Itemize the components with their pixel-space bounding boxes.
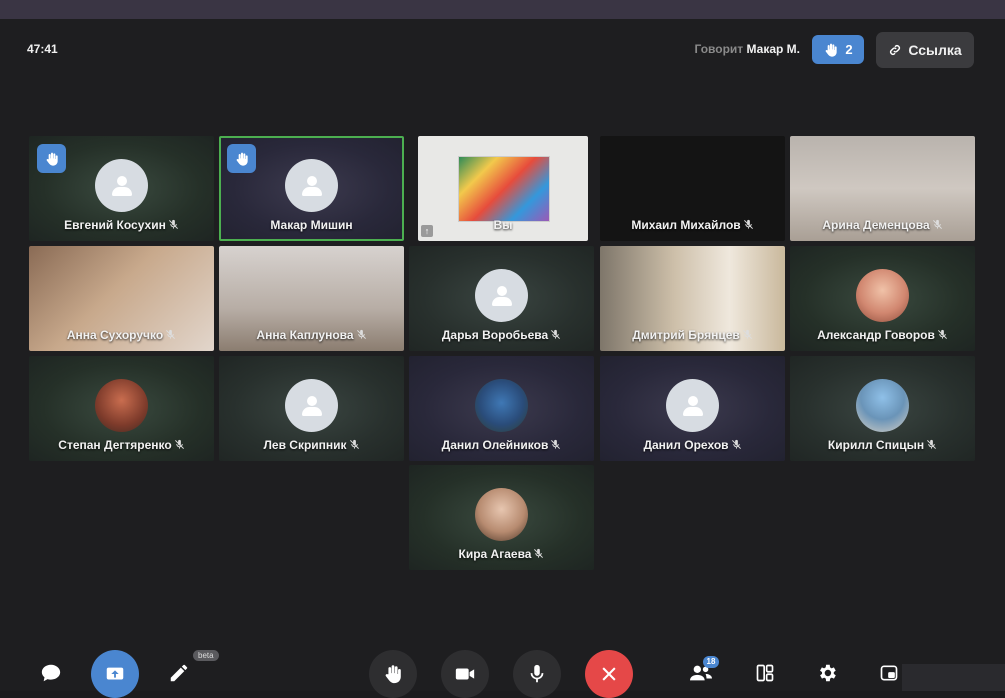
- mic-muted-icon: [743, 219, 753, 229]
- avatar-photo: [475, 379, 528, 432]
- call-timer: 47:41: [27, 42, 58, 56]
- raised-hand-badge: [227, 144, 256, 173]
- active-speaker-label: Говорит Макар М.: [694, 42, 800, 56]
- participant-tile[interactable]: Степан Дегтяренко: [29, 356, 214, 461]
- participant-tile[interactable]: Данил Олейников: [409, 356, 594, 461]
- layout-button[interactable]: [752, 660, 778, 686]
- mic-muted-icon: [551, 439, 561, 449]
- participant-name: Вы: [493, 218, 513, 232]
- avatar-photo: [95, 379, 148, 432]
- participant-tile[interactable]: Дарья Воробьева: [409, 246, 594, 351]
- hand-icon: [385, 665, 401, 684]
- avatar: [475, 269, 528, 322]
- raised-hands-count: 2: [845, 42, 853, 57]
- mic-muted-icon: [927, 439, 937, 449]
- invite-link-button[interactable]: Ссылка: [876, 32, 974, 68]
- participant-name: Кира Агаева: [409, 547, 594, 561]
- participant-tile[interactable]: Кирилл Спицын: [790, 356, 975, 461]
- mic-muted-icon: [731, 439, 741, 449]
- participant-name: Александр Говоров: [790, 328, 975, 342]
- mic-muted-icon: [534, 548, 544, 558]
- participant-name: Анна Каплунова: [219, 328, 404, 342]
- person-icon: [681, 394, 705, 418]
- mic-muted-icon: [356, 329, 366, 339]
- beta-badge: beta: [193, 650, 219, 661]
- layout-icon: [756, 664, 774, 682]
- invite-link-label: Ссылка: [908, 42, 962, 58]
- participant-tile-screen-share[interactable]: ↑ Вы: [418, 136, 588, 241]
- pip-icon: [880, 665, 898, 681]
- participant-name: Арина Деменцова: [790, 218, 975, 232]
- participant-tile[interactable]: Михаил Михайлов: [600, 136, 785, 241]
- participant-tile-video[interactable]: Анна Каплунова: [219, 246, 404, 351]
- speaking-prefix: Говорит: [694, 42, 744, 56]
- participant-name: Макар Мишин: [270, 218, 353, 232]
- participant-name: Анна Сухоручко: [29, 328, 214, 342]
- pencil-icon: [170, 664, 188, 682]
- participant-tile-video[interactable]: Дмитрий Брянцев: [600, 246, 785, 351]
- participant-name: Кирилл Спицын: [790, 438, 975, 452]
- avatar: [285, 379, 338, 432]
- gear-icon: [820, 664, 836, 682]
- participant-tile[interactable]: Кира Агаева: [409, 465, 594, 570]
- avatar: [666, 379, 719, 432]
- avatar: [285, 159, 338, 212]
- hand-icon: [46, 152, 58, 166]
- raised-hands-button[interactable]: 2: [812, 35, 864, 64]
- mic-muted-icon: [551, 329, 561, 339]
- person-icon: [300, 174, 324, 198]
- participant-tile[interactable]: Данил Орехов: [600, 356, 785, 461]
- participants-count-badge: 18: [703, 656, 719, 668]
- mic-muted-icon: [742, 329, 752, 339]
- call-area: [0, 19, 1005, 691]
- participant-tile[interactable]: Лев Скрипник: [219, 356, 404, 461]
- mic-muted-icon: [166, 329, 176, 339]
- chat-button[interactable]: [38, 660, 64, 686]
- participant-name: Евгений Косухин: [29, 218, 214, 232]
- avatar-photo: [856, 269, 909, 322]
- participant-name: Дмитрий Брянцев: [600, 328, 785, 342]
- participant-name: Лев Скрипник: [219, 438, 404, 452]
- participant-name: Дарья Воробьева: [409, 328, 594, 342]
- window-top-strip: [0, 0, 1005, 19]
- share-screen-icon: [106, 667, 124, 680]
- whiteboard-button[interactable]: [166, 660, 192, 686]
- taskbar-corner-preview: [902, 664, 1005, 691]
- shared-screen-preview: [458, 156, 550, 222]
- chat-icon: [41, 664, 61, 682]
- close-icon: [602, 667, 616, 681]
- participant-tile-video[interactable]: Арина Деменцова: [790, 136, 975, 241]
- participant-tile[interactable]: Евгений Косухин: [29, 136, 214, 241]
- hand-icon: [825, 43, 838, 57]
- microphone-icon: [530, 664, 544, 683]
- avatar-photo: [856, 379, 909, 432]
- mic-muted-icon: [168, 219, 178, 229]
- mic-muted-icon: [174, 439, 184, 449]
- person-icon: [490, 284, 514, 308]
- avatar: [95, 159, 148, 212]
- participant-tile-speaking[interactable]: Макар Мишин: [219, 136, 404, 241]
- participant-name: Михаил Михайлов: [600, 218, 785, 232]
- raised-hand-badge: [37, 144, 66, 173]
- person-icon: [300, 394, 324, 418]
- pip-button[interactable]: [876, 660, 902, 686]
- participant-tile-video[interactable]: Анна Сухоручко: [29, 246, 214, 351]
- call-toolbar: [0, 640, 1005, 698]
- speaking-name: Макар М.: [746, 42, 801, 56]
- settings-button[interactable]: [814, 660, 840, 686]
- avatar-photo: [475, 488, 528, 541]
- hand-icon: [236, 152, 248, 166]
- person-icon: [110, 174, 134, 198]
- mic-muted-icon: [932, 219, 942, 229]
- camera-icon: [455, 668, 475, 680]
- mic-muted-icon: [349, 439, 359, 449]
- participant-name: Данил Орехов: [600, 438, 785, 452]
- participant-name: Степан Дегтяренко: [29, 438, 214, 452]
- link-icon: [890, 44, 901, 56]
- mic-muted-icon: [937, 329, 947, 339]
- participant-name: Данил Олейников: [409, 438, 594, 452]
- participant-tile[interactable]: Александр Говоров: [790, 246, 975, 351]
